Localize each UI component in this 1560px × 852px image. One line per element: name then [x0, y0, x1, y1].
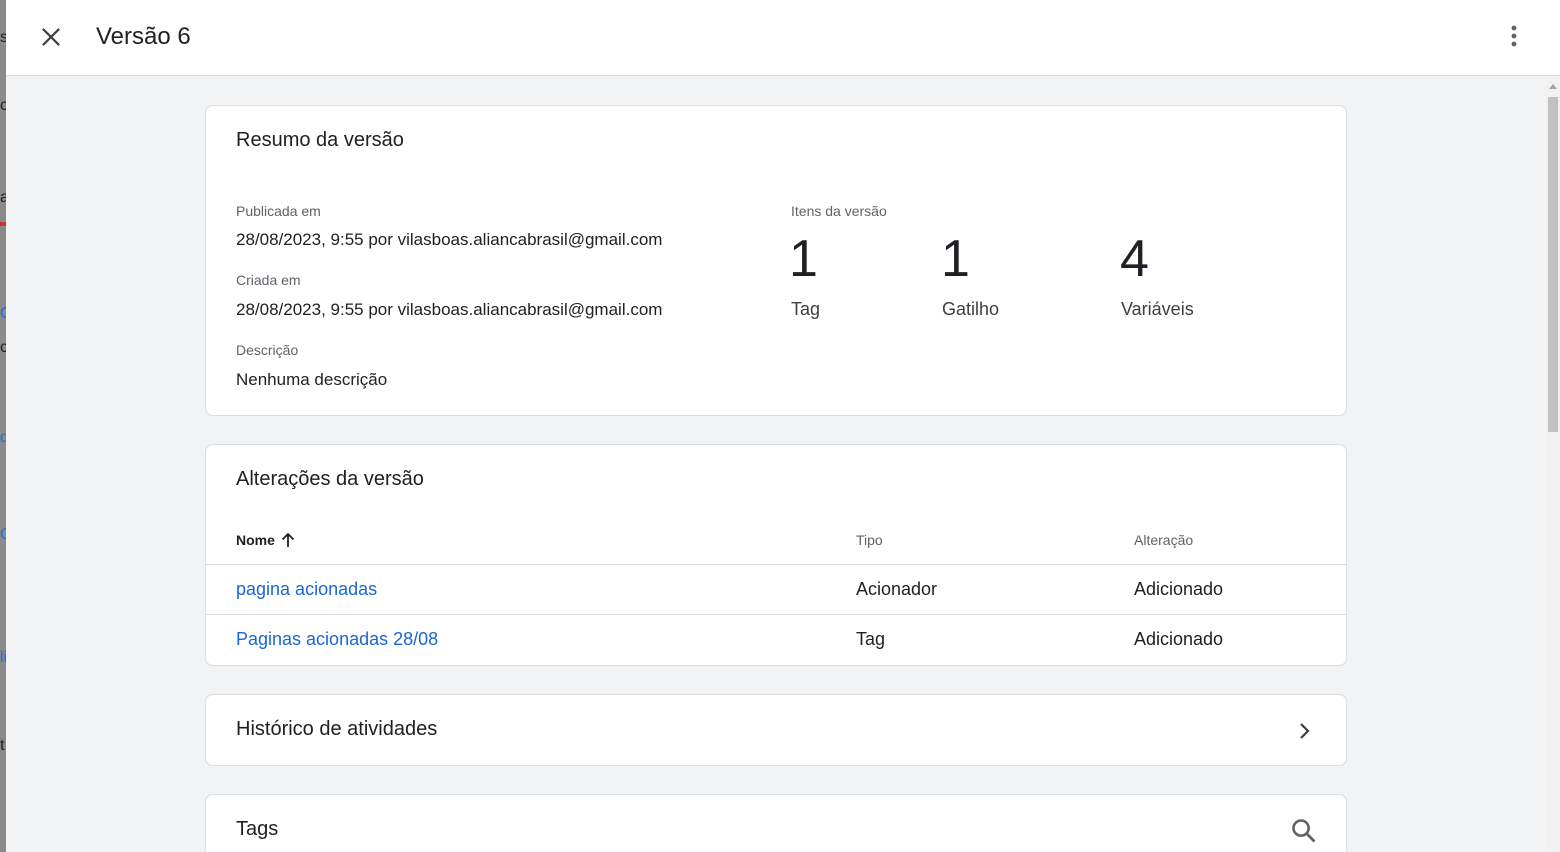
- created-label: Criada em: [236, 272, 301, 288]
- published-label: Publicada em: [236, 203, 321, 219]
- change-name-link[interactable]: Paginas acionadas 28/08: [236, 628, 438, 650]
- column-header-type[interactable]: Tipo: [856, 531, 883, 549]
- more-vert-icon: [1511, 25, 1517, 47]
- table-row: pagina acionadas Acionador Adicionado: [206, 564, 1346, 614]
- version-panel: Versão 6 Resumo da versão Publicada em 2…: [6, 0, 1560, 852]
- tags-card: Tags: [205, 794, 1347, 852]
- table-row: Paginas acionadas 28/08 Tag Adicionado: [206, 614, 1346, 664]
- change-status: Adicionado: [1134, 629, 1224, 649]
- search-icon[interactable]: [1290, 817, 1318, 845]
- description-label: Descrição: [236, 342, 299, 358]
- change-type: Tag: [856, 629, 886, 649]
- activity-title: Histórico de atividades: [236, 718, 438, 740]
- items-label: Itens da versão: [791, 203, 887, 219]
- created-value: 28/08/2023, 9:55 por vilasboas.aliancabr…: [236, 300, 663, 319]
- column-header-name[interactable]: Nome: [236, 531, 295, 549]
- summary-title: Resumo da versão: [236, 129, 404, 151]
- tag-count: 1: [789, 230, 818, 288]
- column-header-name-label: Nome: [236, 532, 275, 548]
- description-value: Nenhuma descrição: [236, 370, 388, 389]
- change-name-link[interactable]: pagina acionadas: [236, 578, 377, 600]
- close-button[interactable]: [36, 22, 66, 52]
- variable-count-label: Variáveis: [1121, 299, 1194, 319]
- change-status: Adicionado: [1134, 579, 1224, 599]
- tag-count-label: Tag: [791, 299, 821, 319]
- column-header-change[interactable]: Alteração: [1134, 531, 1193, 549]
- top-bar: Versão 6: [6, 0, 1560, 76]
- trigger-count-label: Gatilho: [942, 299, 1000, 319]
- arrow-up-icon: [281, 532, 295, 547]
- version-changes-card: Alterações da versão Nome Tipo Alteração…: [205, 444, 1347, 666]
- published-value: 28/08/2023, 9:55 por vilasboas.aliancabr…: [236, 230, 663, 249]
- scrollbar-thumb[interactable]: [1548, 97, 1558, 432]
- activity-history-card[interactable]: Histórico de atividades: [205, 694, 1347, 766]
- change-type: Acionador: [856, 579, 938, 599]
- trigger-count: 1: [941, 230, 970, 288]
- changes-title: Alterações da versão: [236, 468, 424, 490]
- tags-title: Tags: [236, 818, 279, 840]
- page-title: Versão 6: [96, 23, 191, 50]
- chevron-right-icon: [1300, 723, 1310, 739]
- close-icon: [42, 28, 60, 46]
- variable-count: 4: [1120, 230, 1149, 288]
- scroll-up-arrow[interactable]: [1549, 84, 1557, 89]
- version-summary-card: Resumo da versão Publicada em 28/08/2023…: [205, 105, 1347, 416]
- more-options-button[interactable]: [1502, 20, 1526, 52]
